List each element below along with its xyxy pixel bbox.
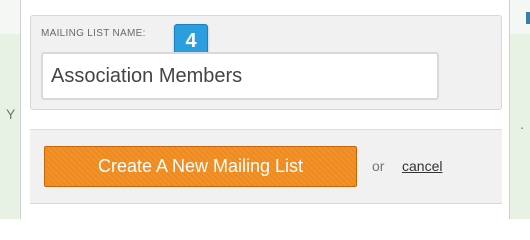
background-left-panel <box>0 34 21 219</box>
cancel-link[interactable]: cancel <box>402 158 442 174</box>
page-backdrop: Y . MAILING LIST NAME: 4 Create A New Ma… <box>0 0 530 219</box>
mailing-list-name-input[interactable] <box>41 52 439 100</box>
mailing-list-name-label: MAILING LIST NAME: <box>41 28 146 39</box>
background-accent <box>526 12 530 24</box>
mailing-list-name-section: MAILING LIST NAME: 4 <box>30 15 502 110</box>
background-text-fragment: . <box>520 116 524 132</box>
create-mailing-list-dialog: MAILING LIST NAME: 4 Create A New Mailin… <box>20 0 510 219</box>
background-text-fragment: Y <box>6 106 16 122</box>
create-mailing-list-button[interactable]: Create A New Mailing List <box>44 146 357 187</box>
dialog-actions: Create A New Mailing List or cancel <box>30 130 502 204</box>
or-separator-text: or <box>372 158 385 174</box>
